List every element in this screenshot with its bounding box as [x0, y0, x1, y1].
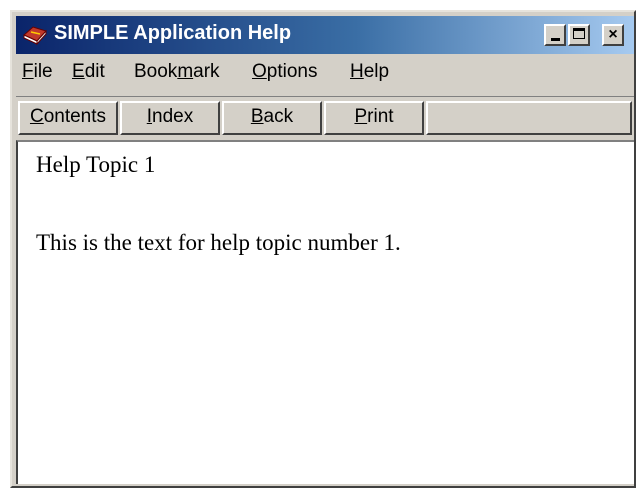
menu-help-mnemonic: H: [350, 61, 364, 82]
toolbar-empty-area: [426, 101, 632, 135]
back-rest: ack: [263, 106, 294, 127]
contents-rest: ontents: [43, 106, 107, 127]
help-book-icon: [23, 26, 47, 46]
print-mnemonic: P: [354, 106, 368, 127]
topic-text: This is the text for help topic number 1…: [36, 230, 401, 255]
print-button[interactable]: Print: [324, 101, 424, 135]
minimize-button[interactable]: [544, 24, 566, 46]
title-bar[interactable]: SIMPLE Application Help ×: [16, 16, 634, 54]
contents-button[interactable]: Contents: [18, 101, 118, 135]
index-button[interactable]: Index: [120, 101, 220, 135]
menu-bar: File Edit Bookmark Options Help: [16, 56, 634, 88]
menu-help[interactable]: Help: [350, 61, 389, 83]
menu-options[interactable]: Options: [252, 61, 317, 83]
toolbar: Contents Index Back Print: [16, 96, 634, 136]
menu-options-rest: ptions: [266, 61, 318, 82]
back-mnemonic: B: [250, 106, 264, 127]
minimize-icon: [551, 38, 560, 41]
menu-edit-mnemonic: E: [72, 61, 85, 82]
menu-edit[interactable]: Edit: [72, 61, 105, 83]
menu-file-rest: ile: [33, 61, 53, 82]
help-content-pane[interactable]: Help Topic 1 This is the text for help t…: [16, 140, 634, 484]
menu-file-mnemonic: F: [22, 61, 34, 82]
help-window: SIMPLE Application Help × File Edit Book…: [10, 10, 636, 488]
menu-bookmark-mnemonic: m: [177, 61, 194, 82]
contents-mnemonic: C: [29, 106, 44, 127]
menu-help-rest: elp: [363, 61, 390, 82]
menu-bookmark-pre: Book: [134, 61, 178, 82]
back-button[interactable]: Back: [222, 101, 322, 135]
menu-options-mnemonic: O: [252, 61, 267, 82]
topic-title: Help Topic 1: [36, 152, 156, 177]
maximize-icon: [573, 28, 585, 39]
maximize-button[interactable]: [568, 24, 590, 46]
print-rest: rint: [367, 106, 394, 127]
menu-bookmark-rest: ark: [193, 61, 220, 82]
menu-bookmark[interactable]: Bookmark: [134, 61, 220, 83]
menu-edit-rest: dit: [84, 61, 105, 82]
index-rest: ndex: [152, 106, 194, 127]
close-button[interactable]: ×: [602, 24, 624, 46]
window-title: SIMPLE Application Help: [54, 22, 292, 44]
close-icon: ×: [608, 26, 618, 43]
menu-file[interactable]: File: [22, 61, 53, 83]
